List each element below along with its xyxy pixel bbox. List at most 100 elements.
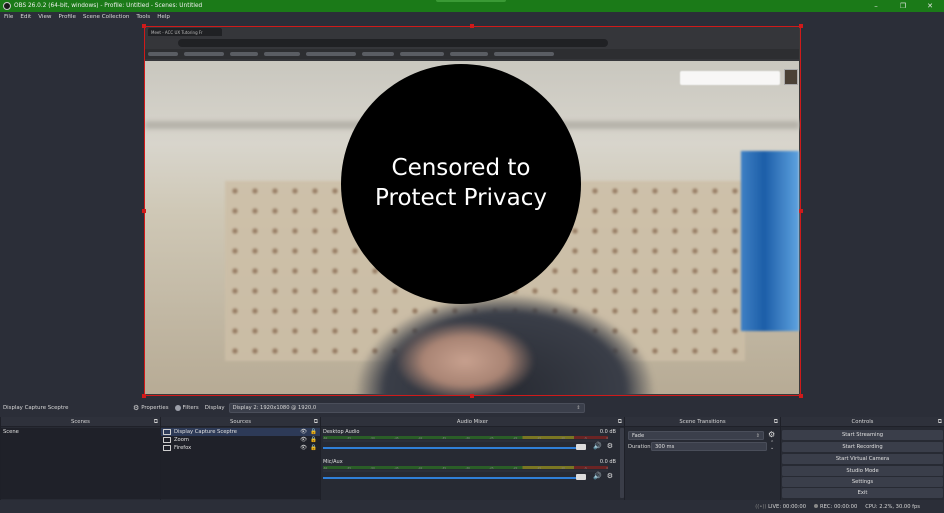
menu-help[interactable]: Help	[157, 14, 170, 20]
meter-scale: -60 -55 -50 -45 -40 -35 -30 -25 -20 -15 -10 -5 0	[323, 437, 608, 440]
start-virtual-camera-button[interactable]: Start Virtual Camera	[782, 454, 943, 464]
rec-time: REC: 00:00:00	[820, 503, 858, 510]
filters-button[interactable]: Filters	[174, 405, 199, 411]
volume-slider-handle[interactable]	[576, 474, 586, 480]
undock-icon[interactable]: ⧉	[618, 418, 622, 426]
updown-arrow-icon: ⇕	[576, 405, 581, 411]
speaker-icon[interactable]: 🔊	[593, 472, 602, 480]
window-icon	[163, 437, 171, 443]
gear-icon[interactable]: ⚙	[768, 430, 775, 439]
lock-icon[interactable]: 🔒	[310, 445, 317, 451]
source-item[interactable]: Display Capture Sceptre 👁 🔒	[161, 428, 320, 436]
menu-edit[interactable]: Edit	[20, 14, 31, 20]
scene-transitions-dock: Scene Transitions ⧉ Fade ⇕ ⚙ Duration 30…	[624, 417, 780, 513]
resize-handle-ne[interactable]	[799, 24, 803, 28]
lock-icon[interactable]: 🔒	[310, 429, 317, 435]
window-icon	[163, 445, 171, 451]
menu-scene-collection[interactable]: Scene Collection	[83, 14, 130, 20]
audio-mixer-header: Audio Mixer	[456, 418, 489, 425]
scenes-dock: Scenes ⧉ Scene + − ∧ ∨	[0, 417, 160, 513]
speaker-icon[interactable]: 🔊	[593, 442, 602, 450]
mic-aux-channel: Mic/Aux 0.0 dB -60 -55 -50 -45 -40 -35 -30 -25-…	[323, 459, 616, 487]
captured-bookmarks-bar	[145, 49, 799, 59]
selected-source-name: Display Capture Sceptre	[3, 405, 69, 411]
sources-header: Sources	[230, 418, 251, 425]
resize-handle-n[interactable]	[470, 24, 474, 28]
censor-text-line1: Censored to	[391, 155, 531, 182]
resize-handle-e[interactable]	[799, 209, 803, 213]
source-context-bar: Display Capture Sceptre ⚙ Properties Fil…	[0, 401, 944, 415]
eye-icon[interactable]: 👁	[300, 437, 307, 443]
captured-browser-tab: Meet - ACC UX Tutoring Fr	[148, 28, 222, 36]
channel-db: 0.0 dB	[599, 459, 616, 465]
scenes-list[interactable]: Scene	[1, 428, 160, 499]
start-recording-button[interactable]: Start Recording	[782, 442, 943, 452]
undock-icon[interactable]: ⧉	[154, 418, 158, 426]
status-bar: ((•)) LIVE: 00:00:00 REC: 00:00:00 CPU: …	[0, 500, 944, 513]
studio-mode-button[interactable]: Studio Mode	[782, 466, 943, 476]
start-streaming-button[interactable]: Start Streaming	[782, 430, 943, 440]
source-item[interactable]: Zoom 👁 🔒	[161, 436, 320, 444]
lock-icon[interactable]: 🔒	[310, 437, 317, 443]
spin-arrows-icon[interactable]: ⌃ ⌄	[770, 441, 774, 451]
volume-slider-handle[interactable]	[576, 444, 586, 450]
menu-tools[interactable]: Tools	[136, 14, 150, 20]
close-button[interactable]: ✕	[918, 0, 942, 12]
gear-icon[interactable]: ⚙	[607, 472, 613, 480]
gear-icon: ⚙	[133, 404, 140, 412]
menu-view[interactable]: View	[38, 14, 51, 20]
resize-handle-sw[interactable]	[142, 394, 146, 398]
undock-icon[interactable]: ⧉	[314, 418, 318, 426]
properties-label: Properties	[141, 405, 169, 411]
filters-label: Filters	[182, 405, 199, 411]
broadcast-icon: ((•))	[755, 503, 767, 510]
cpu-status: CPU: 2.2%, 30.00 fps	[865, 503, 920, 510]
source-item-label: Firefox	[174, 445, 192, 451]
sources-dock: Sources ⧉ Display Capture Sceptre 👁 🔒 Zoo…	[160, 417, 320, 513]
sources-list[interactable]: Display Capture Sceptre 👁 🔒 Zoom 👁 🔒 Firef…	[161, 428, 320, 499]
channel-name: Mic/Aux	[323, 459, 343, 465]
controls-dock: Controls ⧉ Start Streaming Start Recordi…	[780, 417, 944, 513]
volume-slider[interactable]	[323, 477, 580, 479]
minimize-button[interactable]: –	[864, 0, 888, 12]
properties-button[interactable]: ⚙ Properties	[133, 404, 169, 412]
undock-icon[interactable]: ⧉	[938, 418, 942, 426]
display-select[interactable]: Display 2: 1920x1080 @ 1920,0 ⇕	[228, 403, 585, 413]
channel-name: Desktop Audio	[323, 429, 360, 435]
resize-handle-se[interactable]	[799, 394, 803, 398]
desktop-audio-channel: Desktop Audio 0.0 dB -60 -55 -50 -45 -40 -35-…	[323, 429, 616, 457]
transition-select-value: Fade	[632, 432, 645, 439]
channel-db: 0.0 dB	[599, 429, 616, 435]
maximize-button[interactable]: ❐	[891, 0, 915, 12]
privacy-censor-circle: Censored to Protect Privacy	[341, 64, 581, 304]
menu-profile[interactable]: Profile	[59, 14, 76, 20]
controls-header: Controls	[851, 418, 874, 425]
gear-icon[interactable]: ⚙	[607, 442, 613, 450]
title-notch	[436, 0, 506, 2]
resize-handle-s[interactable]	[470, 394, 474, 398]
audio-mixer-dock: Audio Mixer ⧉ Desktop Audio 0.0 dB -60 -5…	[320, 417, 624, 513]
scene-item[interactable]: Scene	[1, 428, 160, 436]
undock-icon[interactable]: ⧉	[774, 418, 778, 426]
transition-select[interactable]: Fade ⇕	[628, 431, 764, 440]
filters-icon	[174, 405, 181, 411]
record-dot-icon	[814, 503, 819, 508]
eye-icon[interactable]: 👁	[300, 429, 307, 435]
resize-handle-nw[interactable]	[142, 24, 146, 28]
eye-icon[interactable]: 👁	[300, 445, 307, 451]
menu-file[interactable]: File	[4, 14, 13, 20]
exit-button[interactable]: Exit	[782, 488, 943, 498]
scenes-header: Scenes	[71, 418, 90, 425]
rec-status: REC: 00:00:00	[814, 503, 858, 510]
duration-value: 300 ms	[655, 443, 675, 450]
transitions-header: Scene Transitions	[679, 418, 726, 425]
source-item[interactable]: Firefox 👁 🔒	[161, 444, 320, 452]
preview-canvas[interactable]: Meet - ACC UX Tutoring Fr Censored to Pr…	[144, 26, 801, 396]
monitor-icon	[163, 429, 171, 435]
duration-label: Duration	[628, 444, 651, 450]
resize-handle-w[interactable]	[142, 209, 146, 213]
volume-slider[interactable]	[323, 447, 580, 449]
live-status: ((•)) LIVE: 00:00:00	[755, 504, 806, 510]
duration-spinbox[interactable]: 300 ms	[651, 442, 767, 451]
settings-button[interactable]: Settings	[782, 477, 943, 487]
